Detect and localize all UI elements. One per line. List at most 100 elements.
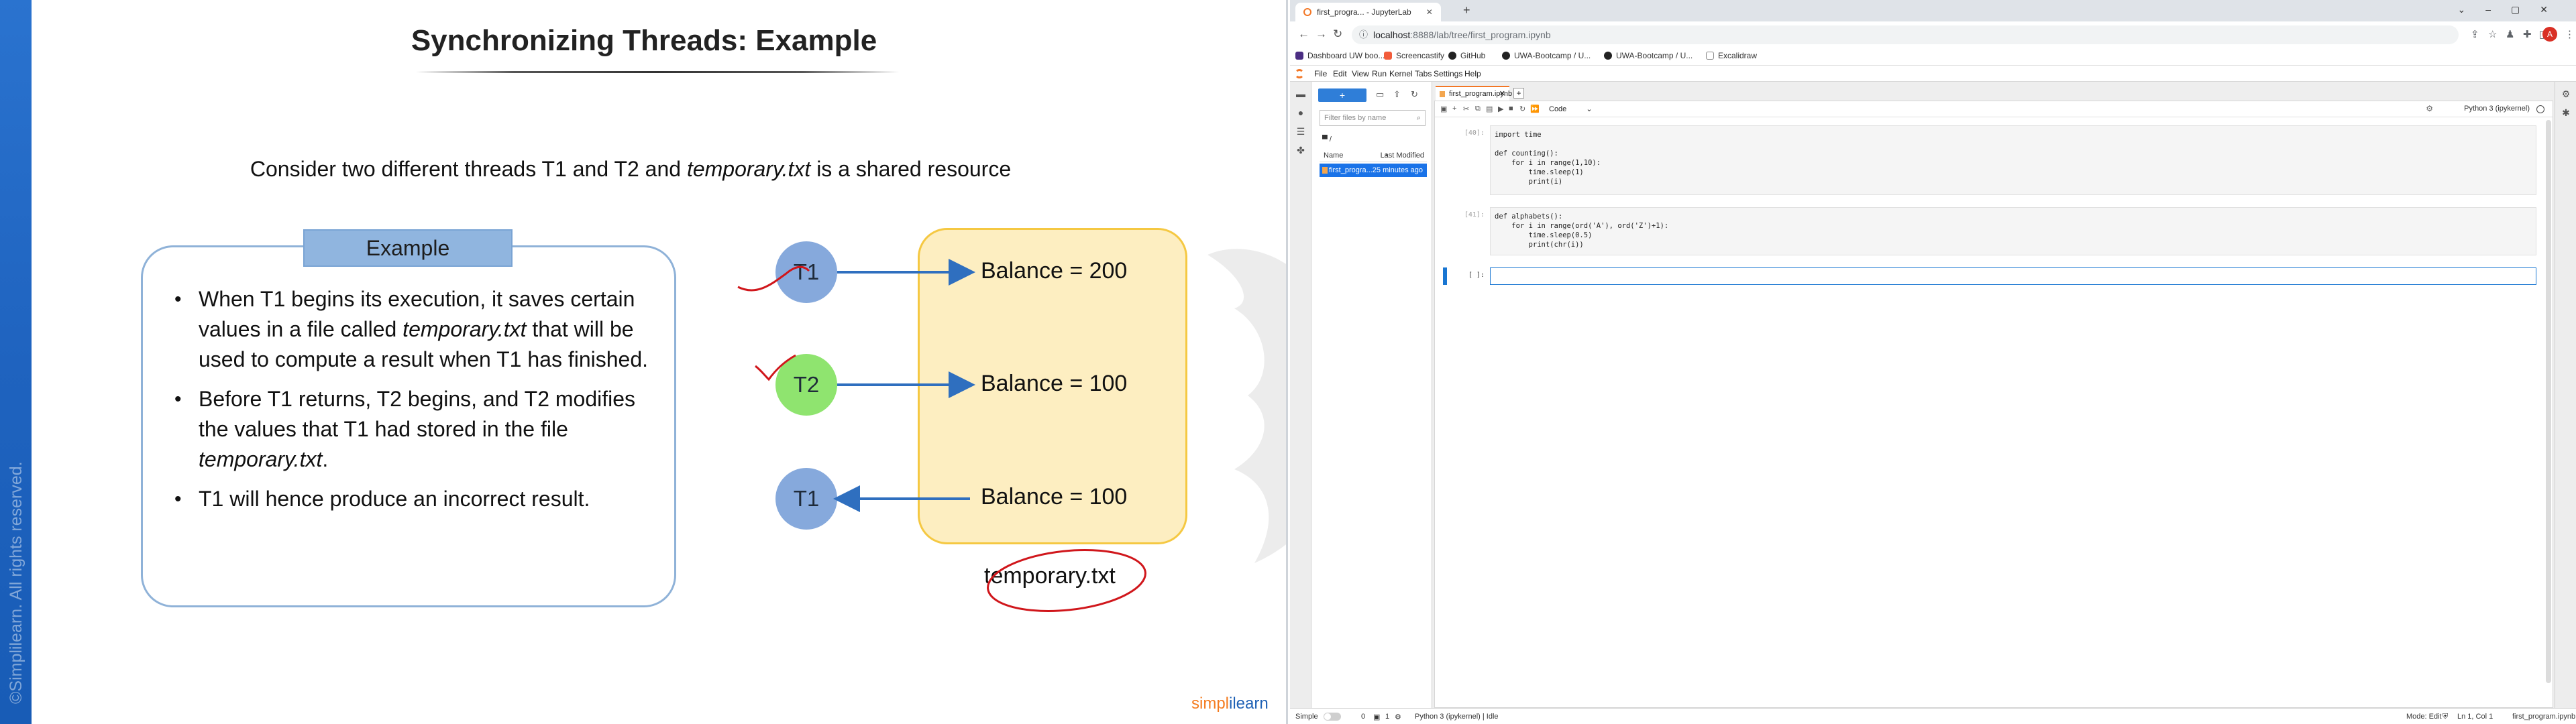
file-row[interactable]: first_progra... 25 minutes ago bbox=[1320, 164, 1427, 177]
back-icon[interactable]: ← bbox=[1298, 27, 1309, 41]
new-folder-icon[interactable]: ▭ bbox=[1376, 89, 1384, 100]
status-file-name: first_program.ipynb bbox=[2512, 713, 2576, 721]
kernel-gear-icon[interactable]: ⚙ bbox=[1395, 713, 1401, 721]
window-controls[interactable]: ⌄–▢✕ bbox=[2458, 4, 2568, 15]
share-icon[interactable]: ⇪ bbox=[2471, 28, 2479, 40]
debugger-icon[interactable]: ✱ bbox=[2561, 107, 2571, 118]
slide-sidebar: ©Simplilearn. All rights reserved. bbox=[0, 0, 32, 724]
running-icon[interactable]: ● bbox=[1295, 107, 1306, 118]
simple-mode-label: Simple bbox=[1295, 713, 1318, 721]
refresh-icon[interactable]: ↻ bbox=[1411, 89, 1418, 100]
extension-icon[interactable]: ♟ bbox=[2506, 28, 2514, 40]
restart-icon[interactable]: ↻ bbox=[1519, 105, 1525, 113]
bullet-file: temporary.txt bbox=[199, 447, 323, 471]
copyright-text: ©Simplilearn. All rights reserved. bbox=[7, 461, 25, 704]
add-tab-icon[interactable]: + bbox=[1513, 88, 1524, 99]
new-launcher-button[interactable]: + bbox=[1318, 88, 1366, 102]
notebook-toolbar: ▣ + ✂ ⧉ ▤ ▶ ■ ↻ ⏩ Code ⌄ ⚙ Python 3 (ipy… bbox=[1435, 101, 2553, 117]
menu-kernel[interactable]: Kernel bbox=[1389, 69, 1413, 78]
example-label: Example bbox=[303, 229, 513, 267]
file-browser: + ▭ ⇧ ↻ Filter files by name ⌕ ▀ / Name ▲… bbox=[1311, 82, 1432, 708]
cell-type-select[interactable]: Code ⌄ bbox=[1549, 103, 1596, 115]
filter-input[interactable]: Filter files by name ⌕ bbox=[1320, 110, 1426, 126]
cell-input-editor[interactable] bbox=[1490, 267, 2536, 285]
reload-icon[interactable]: ↻ bbox=[1333, 27, 1342, 41]
bookmark-item[interactable]: UWA-Bootcamp / U... bbox=[1604, 51, 1693, 60]
table-of-contents-icon[interactable]: ☰ bbox=[1295, 126, 1306, 137]
folder-icon[interactable]: ▬ bbox=[1295, 88, 1306, 99]
new-tab-icon[interactable]: + bbox=[1463, 3, 1470, 17]
stop-icon[interactable]: ■ bbox=[1509, 105, 1513, 113]
url-host: localhost bbox=[1373, 29, 1411, 40]
property-inspector-icon[interactable]: ⚙ bbox=[2561, 88, 2571, 99]
menu-view[interactable]: View bbox=[1352, 69, 1369, 78]
copy-icon[interactable]: ⧉ bbox=[1475, 105, 1481, 113]
file-name: first_progra... bbox=[1329, 166, 1373, 174]
cut-icon[interactable]: ✂ bbox=[1463, 105, 1469, 113]
insert-cell-icon[interactable]: + bbox=[1452, 105, 1456, 113]
intro-pre: Consider two different threads T1 and T2… bbox=[250, 157, 687, 181]
jupyter-favicon-icon bbox=[1303, 8, 1311, 16]
bookmark-item[interactable]: UWA-Bootcamp / U... bbox=[1502, 51, 1591, 60]
cell-prompt: [40]: bbox=[1464, 129, 1485, 137]
github-icon bbox=[1502, 52, 1510, 60]
cursor-position[interactable]: Ln 1, Col 1 bbox=[2457, 713, 2493, 721]
paste-icon[interactable]: ▤ bbox=[1486, 105, 1493, 113]
address-bar[interactable]: ⓘ localhost:8888/lab/tree/first_program.i… bbox=[1352, 25, 2459, 44]
kernel-status[interactable]: Python 3 (ipykernel) | Idle bbox=[1415, 713, 1499, 721]
resource-label: temporary.txt bbox=[984, 563, 1116, 589]
code-line: def counting(): bbox=[1495, 149, 1558, 158]
bookmark-icon bbox=[1295, 52, 1303, 60]
profile-avatar[interactable]: A bbox=[2542, 27, 2557, 42]
extensions-icon[interactable]: ✤ bbox=[1295, 145, 1306, 156]
column-modified[interactable]: Last Modified bbox=[1381, 152, 1424, 160]
bookmark-item[interactable]: GitHub bbox=[1448, 51, 1485, 60]
url-path: :8888/lab/tree/first_program.ipynb bbox=[1410, 29, 1551, 40]
menu-run[interactable]: Run bbox=[1372, 69, 1387, 78]
menu-file[interactable]: File bbox=[1314, 69, 1327, 78]
bookmark-star-icon[interactable]: ☆ bbox=[2488, 28, 2497, 40]
browser-menu-icon[interactable]: ⋮ bbox=[2565, 28, 2575, 40]
code-line: print(i) bbox=[1495, 178, 1563, 186]
browser-tab-label: first_progra... - JupyterLab bbox=[1317, 7, 1411, 17]
bookmark-item[interactable]: Screencastify bbox=[1384, 51, 1444, 60]
terminal-icon[interactable]: ▣ bbox=[1373, 713, 1380, 721]
forward-icon[interactable]: → bbox=[1316, 27, 1327, 41]
save-icon[interactable]: ▣ bbox=[1440, 105, 1447, 113]
bookmark-item[interactable]: Excalidraw bbox=[1706, 51, 1757, 60]
kernel-count[interactable]: 1 bbox=[1385, 713, 1389, 721]
menu-tabs[interactable]: Tabs bbox=[1415, 69, 1432, 78]
cell-input[interactable]: def alphabets(): for i in range(ord('A')… bbox=[1490, 207, 2536, 255]
upload-icon[interactable]: ⇧ bbox=[1393, 89, 1401, 100]
extensions-puzzle-icon[interactable]: ✚ bbox=[2523, 28, 2532, 40]
bookmark-label: Excalidraw bbox=[1718, 51, 1758, 60]
menu-edit[interactable]: Edit bbox=[1333, 69, 1347, 78]
close-icon[interactable]: ✕ bbox=[1499, 87, 1505, 101]
notebook-tab[interactable]: first_program.ipynb ✕ bbox=[1436, 86, 1512, 101]
balance-middle: Balance = 100 bbox=[981, 371, 1128, 396]
close-tab-icon[interactable]: ✕ bbox=[1426, 7, 1433, 17]
kernel-name[interactable]: Python 3 (ipykernel) bbox=[2464, 105, 2530, 113]
bookmarks-bar: Dashboard UW boo... Screencastify GitHub… bbox=[1290, 48, 2576, 66]
terminal-count[interactable]: 0 bbox=[1361, 713, 1365, 721]
notebook-scrollbar[interactable] bbox=[2546, 120, 2551, 683]
jupyter-logo-icon bbox=[1295, 69, 1304, 78]
breadcrumb[interactable]: ▀ / bbox=[1322, 135, 1332, 143]
menu-settings[interactable]: Settings bbox=[1434, 69, 1462, 78]
file-list-header: Name ▲ Last Modified bbox=[1320, 149, 1427, 162]
cell-prompt: [ ]: bbox=[1468, 272, 1485, 279]
simple-mode-toggle[interactable] bbox=[1324, 713, 1341, 721]
status-bar: Simple 0 ▣ 1 ⚙ Python 3 (ipykernel) | Id… bbox=[1290, 708, 2576, 724]
notebook-file-icon bbox=[1322, 167, 1328, 174]
site-info-icon[interactable]: ⓘ bbox=[1359, 25, 1368, 44]
gear-icon[interactable]: ⚙ bbox=[2426, 104, 2433, 113]
cell-input[interactable]: import time def counting(): for i in ran… bbox=[1490, 125, 2536, 195]
run-icon[interactable]: ▶ bbox=[1498, 105, 1503, 113]
browser-tab[interactable]: first_progra... - JupyterLab ✕ bbox=[1295, 3, 1441, 21]
column-name[interactable]: Name bbox=[1324, 152, 1343, 160]
menu-help[interactable]: Help bbox=[1464, 69, 1481, 78]
bookmark-item[interactable]: Dashboard UW boo... bbox=[1295, 51, 1385, 60]
run-all-icon[interactable]: ⏩ bbox=[1530, 105, 1540, 113]
bullet-text: . bbox=[322, 447, 329, 471]
